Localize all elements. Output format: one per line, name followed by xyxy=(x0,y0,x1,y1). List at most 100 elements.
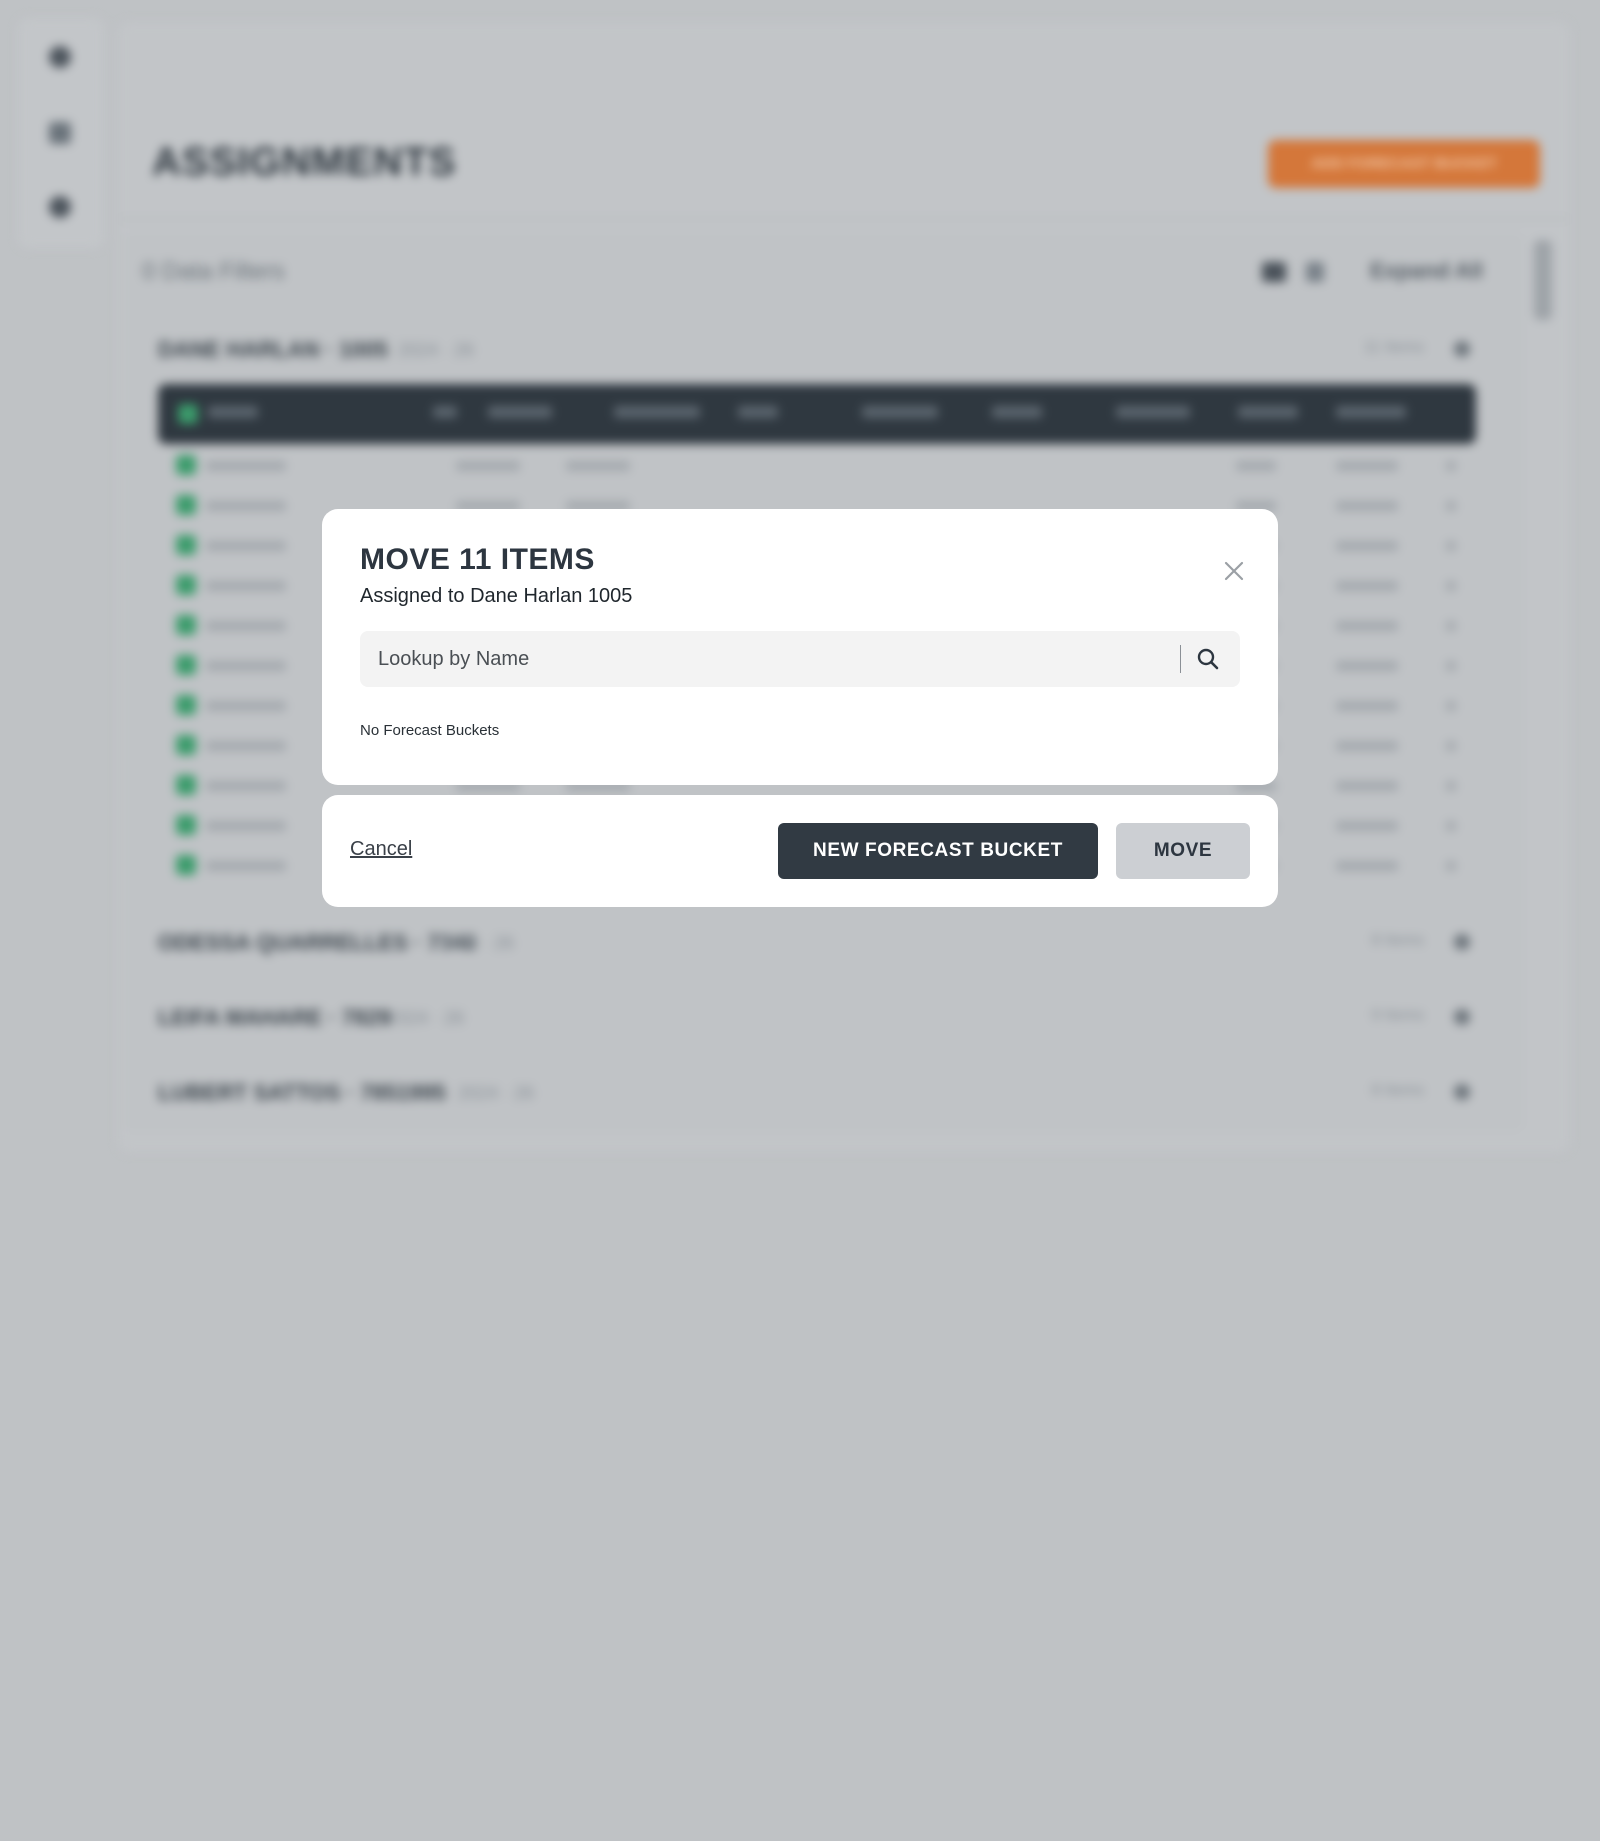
column-header[interactable] xyxy=(614,406,700,418)
row-checkbox[interactable] xyxy=(176,855,196,875)
settings-icon[interactable] xyxy=(49,196,71,218)
row-checkbox[interactable] xyxy=(176,655,196,675)
group-meta: 2024 · 26 xyxy=(438,933,515,953)
table-cell xyxy=(1446,661,1456,671)
table-cell xyxy=(206,581,286,591)
group-meta: 2024 · 26 xyxy=(458,1083,535,1103)
search-box xyxy=(360,631,1240,687)
expand-all-toggle[interactable]: Expand All xyxy=(1370,258,1483,284)
view-toggle-icon[interactable] xyxy=(1262,262,1286,282)
row-checkbox[interactable] xyxy=(176,815,196,835)
table-cell xyxy=(206,781,286,791)
side-scrollbar[interactable] xyxy=(1534,240,1552,320)
row-checkbox[interactable] xyxy=(176,615,196,635)
divider xyxy=(118,218,1570,220)
table-cell xyxy=(1336,501,1398,511)
column-header[interactable] xyxy=(738,406,778,418)
table-cell xyxy=(1446,781,1456,791)
table-cell xyxy=(1446,581,1456,591)
lookup-by-name-input[interactable] xyxy=(378,631,1158,687)
cancel-button[interactable]: Cancel xyxy=(350,838,412,861)
sort-icon[interactable] xyxy=(1306,262,1324,282)
move-button[interactable]: MOVE xyxy=(1116,823,1250,879)
row-checkbox[interactable] xyxy=(176,535,196,555)
group-header[interactable]: DANE HARLAN · 1005 2024 · 26 11 Items xyxy=(158,337,1474,365)
group-count: 8 Items xyxy=(1371,932,1424,949)
table-cell xyxy=(206,741,286,751)
collapse-icon[interactable] xyxy=(1454,341,1470,357)
column-header[interactable] xyxy=(208,406,258,418)
table-cell xyxy=(206,701,286,711)
column-header[interactable] xyxy=(992,406,1042,418)
table-cell xyxy=(1236,461,1276,471)
group-meta: 2024 · 26 xyxy=(388,1008,465,1028)
row-checkbox[interactable] xyxy=(176,495,196,515)
group-header[interactable]: ODESSA QUARRELLES · 7340 2024 · 26 8 Ite… xyxy=(158,930,1474,958)
column-header[interactable] xyxy=(1336,406,1406,418)
expand-icon[interactable] xyxy=(1454,934,1470,950)
close-icon[interactable] xyxy=(1214,551,1254,591)
table-cell xyxy=(1446,861,1456,871)
grid-icon[interactable] xyxy=(49,122,71,144)
expand-icon[interactable] xyxy=(1454,1084,1470,1100)
table-cell xyxy=(206,501,286,511)
table-cell xyxy=(1446,741,1456,751)
group-count: 9 Items xyxy=(1371,1007,1424,1024)
move-items-dialog: MOVE 11 ITEMS Assigned to Dane Harlan 10… xyxy=(322,509,1278,785)
dialog-footer: Cancel NEW FORECAST BUCKET MOVE xyxy=(322,795,1278,907)
group-meta: 2024 · 26 xyxy=(398,340,475,360)
filter-summary[interactable]: 0 Data Filters xyxy=(142,258,285,286)
group-name: DANE HARLAN · 1005 xyxy=(158,337,388,362)
table-cell xyxy=(206,541,286,551)
column-header[interactable] xyxy=(488,406,552,418)
group-count: 11 Items xyxy=(1363,339,1424,356)
table-cell xyxy=(1336,461,1398,471)
group-name: ODESSA QUARRELLES · 7340 xyxy=(158,930,477,955)
group-header[interactable]: LEIFA MAHARE · 7829 2024 · 26 9 Items xyxy=(158,1005,1474,1033)
table-cell xyxy=(1446,461,1456,471)
table-cell xyxy=(1446,501,1456,511)
table-cell xyxy=(1446,701,1456,711)
table-cell xyxy=(206,621,286,631)
page: ASSIGNMENTS ADD FORECAST BUCKET 0 Data F… xyxy=(0,0,1600,1841)
column-header[interactable] xyxy=(433,406,457,418)
group-name: LUBERT SATTOS · 7851995 xyxy=(158,1080,446,1105)
table-cell xyxy=(1336,781,1398,791)
dialog-title: MOVE 11 ITEMS xyxy=(360,543,595,576)
group-header[interactable]: LUBERT SATTOS · 7851995 2024 · 26 8 Item… xyxy=(158,1080,1474,1108)
table-cell xyxy=(1336,621,1398,631)
background-app: ASSIGNMENTS ADD FORECAST BUCKET 0 Data F… xyxy=(0,0,1600,1841)
table-cell xyxy=(206,821,286,831)
row-checkbox[interactable] xyxy=(176,775,196,795)
column-header[interactable] xyxy=(1238,406,1298,418)
table-cell xyxy=(1336,821,1398,831)
expand-icon[interactable] xyxy=(1454,1009,1470,1025)
row-checkbox[interactable] xyxy=(176,695,196,715)
new-forecast-bucket-button[interactable]: NEW FORECAST BUCKET xyxy=(778,823,1098,879)
row-checkbox[interactable] xyxy=(176,735,196,755)
column-header[interactable] xyxy=(862,406,938,418)
table-cell xyxy=(1336,661,1398,671)
table-cell xyxy=(206,661,286,671)
empty-state-message: No Forecast Buckets xyxy=(360,722,500,739)
group-count: 8 Items xyxy=(1371,1082,1424,1099)
select-all-checkbox[interactable] xyxy=(178,404,198,424)
column-header[interactable] xyxy=(1116,406,1190,418)
table-cell xyxy=(206,861,286,871)
table-cell xyxy=(1446,541,1456,551)
page-title: ASSIGNMENTS xyxy=(152,140,457,184)
table-cell xyxy=(206,461,286,471)
group-name: LEIFA MAHARE · 7829 xyxy=(158,1005,391,1030)
table-cell xyxy=(1336,861,1398,871)
table-cell xyxy=(1446,621,1456,631)
table-row[interactable] xyxy=(176,453,1476,477)
dialog-subtitle: Assigned to Dane Harlan 1005 xyxy=(360,585,633,607)
row-checkbox[interactable] xyxy=(176,575,196,595)
table-cell xyxy=(566,461,630,471)
add-forecast-bucket-button[interactable]: ADD FORECAST BUCKET xyxy=(1268,140,1540,188)
user-icon[interactable] xyxy=(49,46,71,68)
row-checkbox[interactable] xyxy=(176,455,196,475)
table-cell xyxy=(1446,821,1456,831)
table-cell xyxy=(1336,741,1398,751)
search-icon[interactable] xyxy=(1194,645,1222,673)
